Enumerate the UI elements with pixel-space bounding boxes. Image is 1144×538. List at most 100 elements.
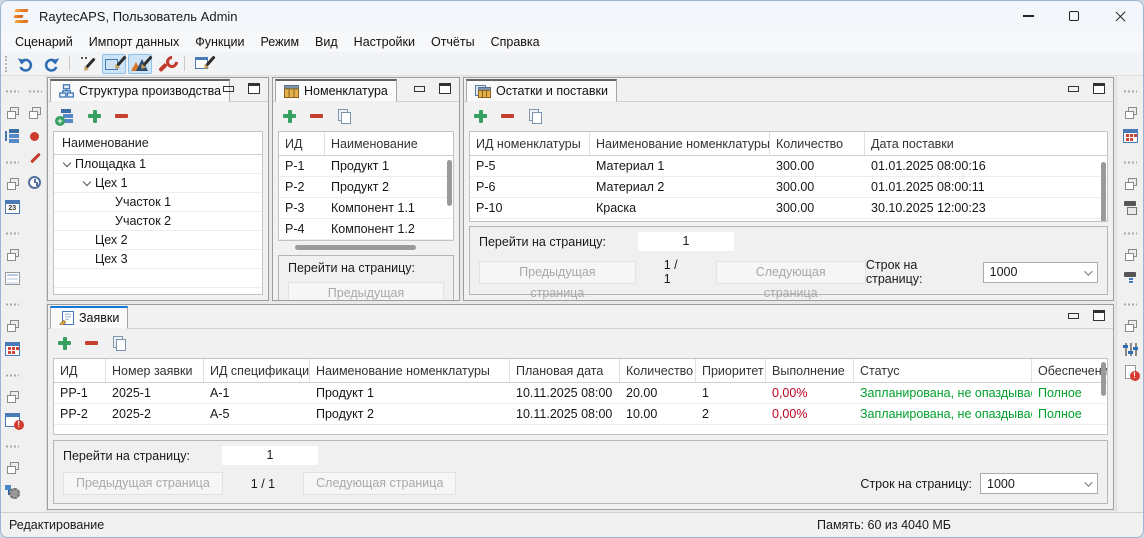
- menu-item-7[interactable]: Отчёты: [423, 33, 483, 51]
- tree-row[interactable]: Участок 2: [54, 212, 262, 231]
- dock-button-cascade-windows-icon[interactable]: [1123, 318, 1138, 334]
- dock-button-cascade-windows-icon[interactable]: [5, 389, 20, 405]
- panel-minimize-button[interactable]: [1068, 85, 1079, 92]
- column-header[interactable]: Номер заявки: [106, 359, 204, 382]
- menu-item-5[interactable]: Вид: [307, 33, 346, 51]
- undo-button[interactable]: [13, 54, 37, 74]
- table-row[interactable]: P-4 Компонент 1.2: [279, 219, 453, 240]
- copy-button[interactable]: [527, 108, 543, 124]
- tab-orders[interactable]: Заявки: [50, 306, 129, 329]
- panel-maximize-button[interactable]: [439, 83, 451, 94]
- prev-page-button[interactable]: Предыдущая страница: [288, 282, 444, 300]
- repair-button[interactable]: [154, 54, 178, 74]
- dock-button-cascade-windows-icon[interactable]: [27, 105, 42, 121]
- add-child-node-button[interactable]: [55, 108, 75, 126]
- chevron-down-icon[interactable]: [80, 178, 95, 188]
- dock-button-equipment-load-icon[interactable]: [1123, 270, 1138, 286]
- next-page-button[interactable]: Следующая страница: [715, 260, 866, 300]
- dock-button-cascade-windows-icon[interactable]: [1123, 105, 1138, 121]
- dock-button-draw-pencil-icon[interactable]: [28, 151, 42, 167]
- tab-nomenclature[interactable]: Номенклатура: [275, 79, 397, 102]
- dock-button-clock-icon[interactable]: [28, 174, 42, 190]
- column-header[interactable]: Количество: [620, 359, 696, 382]
- vertical-scrollbar[interactable]: [447, 160, 452, 206]
- menu-item-8[interactable]: Справка: [483, 33, 548, 51]
- edit-chart-button[interactable]: [128, 53, 153, 74]
- menu-item-2[interactable]: Импорт данных: [81, 33, 187, 51]
- menu-item-3[interactable]: Функции: [187, 33, 252, 51]
- delete-row-button[interactable]: [114, 109, 129, 124]
- delete-row-button[interactable]: [309, 109, 324, 124]
- column-header[interactable]: ИД спецификации: [204, 359, 310, 382]
- dock-button-cascade-windows-icon[interactable]: [1123, 176, 1138, 192]
- column-header[interactable]: Наименование номенклатуры: [310, 359, 510, 382]
- dock-button-operations-gear-icon[interactable]: [4, 483, 21, 499]
- table-row[interactable]: P-9Материал 3300.0001.01.2025 00:00:16: [470, 219, 1107, 221]
- delete-row-button[interactable]: [500, 109, 515, 124]
- column-header[interactable]: Статус: [854, 359, 1032, 382]
- dock-button-calendar-tasks-icon[interactable]: [4, 341, 20, 357]
- table-row[interactable]: PP-2 2025-2 A-5 Продукт 2 10.11.2025 08:00 10…: [54, 404, 1107, 425]
- panel-minimize-button[interactable]: [414, 85, 425, 92]
- edit-pencil-button[interactable]: [76, 54, 100, 74]
- dock-button-equipment-icon[interactable]: [1123, 199, 1138, 215]
- chevron-down-icon[interactable]: [60, 159, 75, 169]
- menu-item-1[interactable]: Сценарий: [7, 33, 81, 51]
- menu-item-6[interactable]: Настройки: [346, 33, 423, 51]
- page-input[interactable]: 1: [221, 446, 318, 465]
- dock-button-record-dot-icon[interactable]: [28, 128, 41, 144]
- column-header[interactable]: Плановая дата: [510, 359, 620, 382]
- column-header[interactable]: Дата поставки: [865, 132, 1107, 155]
- minimize-button[interactable]: [1005, 1, 1051, 31]
- column-header[interactable]: Наименование номенклатуры: [590, 132, 770, 155]
- add-row-button[interactable]: [473, 109, 488, 124]
- add-row-button[interactable]: [57, 336, 72, 351]
- table-row[interactable]: P-6 Материал 2 300.00 01.01.2025 08:00:11: [470, 177, 1107, 198]
- column-header[interactable]: ИД номенклатуры: [470, 132, 590, 155]
- tree-row[interactable]: Цех 2: [54, 231, 262, 250]
- tab-production-structure[interactable]: Структура производства: [50, 79, 231, 102]
- dock-button-cascade-windows-icon[interactable]: [5, 460, 20, 476]
- dock-button-calendar-day-icon[interactable]: [4, 199, 20, 215]
- panel-minimize-button[interactable]: [223, 85, 234, 92]
- close-button[interactable]: [1097, 1, 1143, 31]
- vertical-scrollbar[interactable]: [1101, 162, 1106, 221]
- dock-button-cascade-windows-icon[interactable]: [5, 105, 20, 121]
- dock-button-cascade-windows-icon[interactable]: [5, 318, 20, 334]
- add-row-button[interactable]: [282, 109, 297, 124]
- horizontal-scrollbar[interactable]: [282, 245, 450, 251]
- add-row-button[interactable]: [87, 109, 102, 124]
- table-row[interactable]: P-1 Продукт 1: [279, 156, 453, 177]
- dock-button-cascade-windows-icon[interactable]: [5, 176, 20, 192]
- copy-button[interactable]: [111, 335, 127, 351]
- dock-button-cascade-windows-icon[interactable]: [1123, 247, 1138, 263]
- table-row[interactable]: P-2 Продукт 2: [279, 177, 453, 198]
- tab-stocks-supplies[interactable]: Остатки и поставки: [466, 79, 617, 102]
- prev-page-button[interactable]: Предыдущая страница: [479, 260, 636, 300]
- table-row[interactable]: P-3 Компонент 1.1: [279, 198, 453, 219]
- calendar-edit-button[interactable]: [191, 54, 216, 74]
- dock-button-production-structure-icon[interactable]: [4, 128, 20, 144]
- panel-minimize-button[interactable]: [1068, 312, 1079, 319]
- dock-button-log-alert-icon[interactable]: [1123, 364, 1140, 381]
- tree-row[interactable]: Цех 1: [54, 174, 262, 193]
- copy-button[interactable]: [336, 108, 352, 124]
- column-header[interactable]: Приоритет: [696, 359, 766, 382]
- tree-row[interactable]: Цех 3: [54, 250, 262, 269]
- column-header[interactable]: ИД: [54, 359, 106, 382]
- menu-item-4[interactable]: Режим: [253, 33, 308, 51]
- rows-per-page-select[interactable]: 1000: [982, 261, 1098, 283]
- panel-maximize-button[interactable]: [248, 83, 260, 94]
- dock-button-schedule-list-icon[interactable]: [4, 270, 20, 286]
- column-header[interactable]: ИД: [279, 132, 325, 155]
- panel-maximize-button[interactable]: [1093, 83, 1105, 94]
- redo-button[interactable]: [39, 54, 63, 74]
- dock-button-filter-sliders-icon[interactable]: [1122, 341, 1138, 357]
- dock-button-calendar-alert-icon[interactable]: [4, 412, 24, 430]
- rows-per-page-select[interactable]: 1000: [980, 473, 1098, 494]
- maximize-button[interactable]: [1051, 1, 1097, 31]
- column-header[interactable]: Количество: [770, 132, 865, 155]
- vertical-scrollbar[interactable]: [1101, 362, 1106, 396]
- table-row[interactable]: P-10 Краска 300.00 30.10.2025 12:00:23: [470, 198, 1107, 219]
- table-row[interactable]: P-5 Материал 1 300.00 01.01.2025 08:00:16: [470, 156, 1107, 177]
